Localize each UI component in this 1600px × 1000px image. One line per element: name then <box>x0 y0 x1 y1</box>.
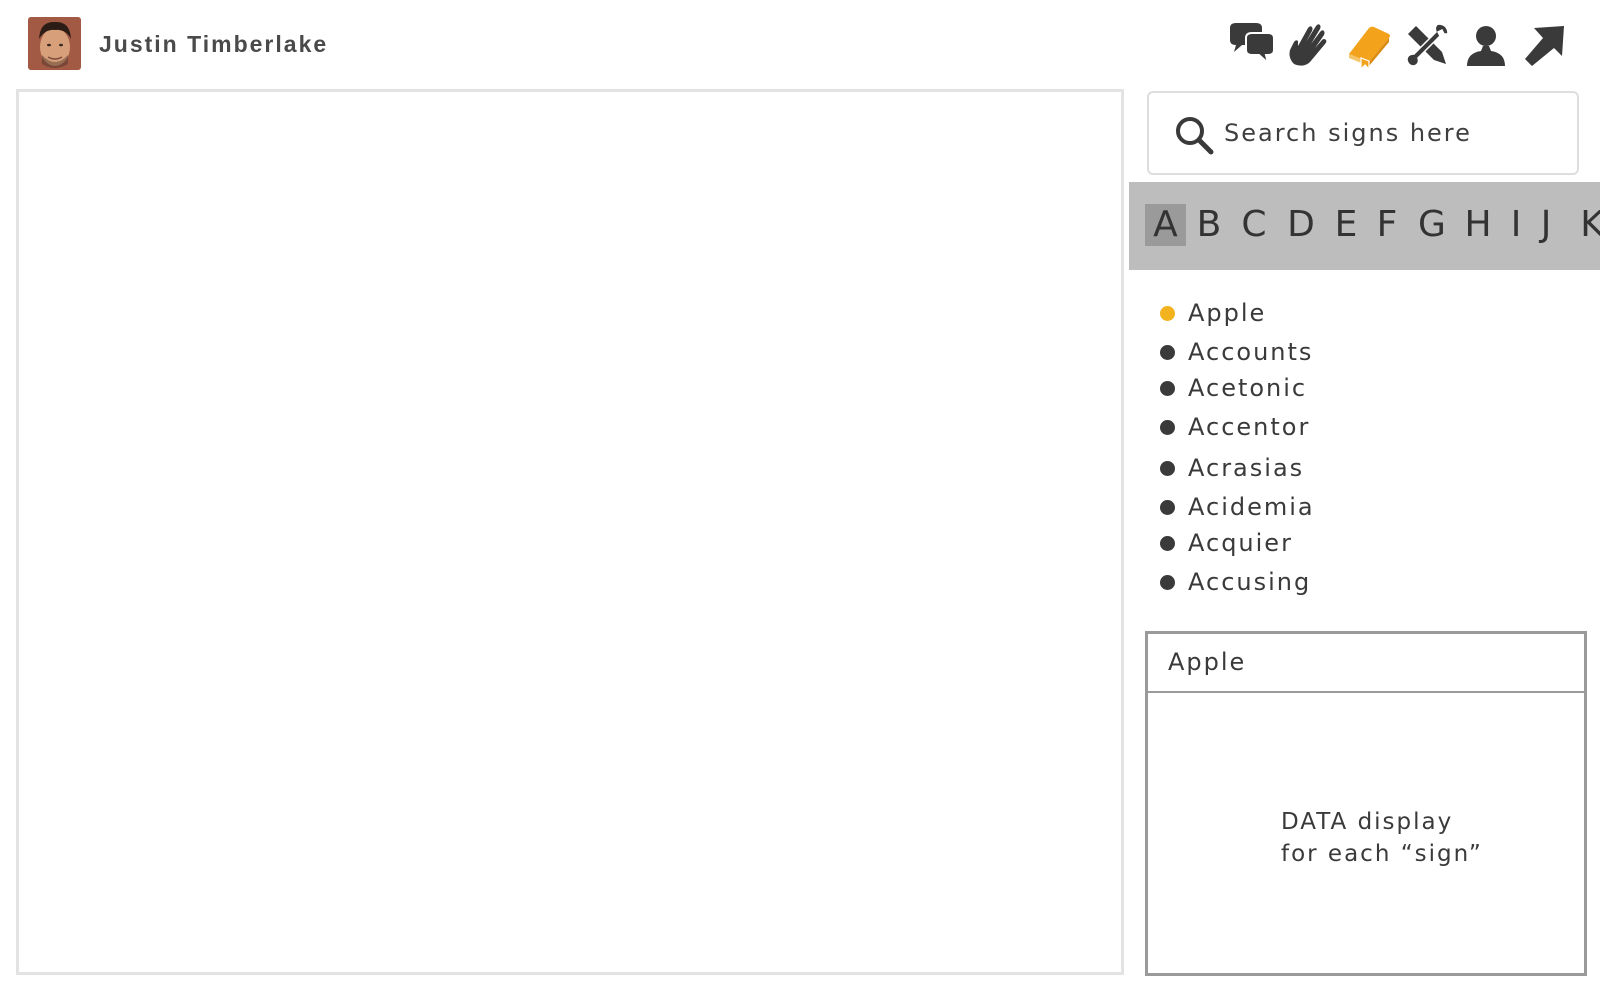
sign-label: Apple <box>1188 299 1267 327</box>
sign-item-apple[interactable]: Apple <box>1160 296 1420 332</box>
detail-body-line: DATA display <box>1281 809 1454 835</box>
alphabet-bar: A B C D E F G H I J K <box>1129 182 1600 270</box>
bullet-dot-icon <box>1160 500 1175 515</box>
detail-body-line: for each “sign” <box>1281 841 1483 867</box>
sign-item-acquier[interactable]: Acquier <box>1160 526 1420 562</box>
avatar[interactable] <box>28 17 81 70</box>
alpha-letter-j[interactable]: J <box>1532 204 1560 246</box>
sign-label: Accusing <box>1188 568 1312 596</box>
search-input[interactable] <box>1224 111 1564 155</box>
bullet-dot-icon <box>1160 461 1175 476</box>
sign-item-accentor[interactable]: Accentor <box>1160 410 1420 446</box>
sign-item-accounts[interactable]: Accounts <box>1160 335 1420 371</box>
selected-dot-icon <box>1160 306 1175 321</box>
profile-icon[interactable] <box>1461 20 1511 70</box>
alpha-letter-b[interactable]: B <box>1188 204 1230 246</box>
dictionary-book-icon[interactable] <box>1343 20 1393 70</box>
sign-label: Accounts <box>1188 338 1314 366</box>
chat-icon[interactable] <box>1226 20 1276 70</box>
alpha-letter-f[interactable]: F <box>1369 204 1405 246</box>
user-name: Justin Timberlake <box>99 31 329 57</box>
search-box[interactable] <box>1147 91 1579 175</box>
sign-label: Acquier <box>1188 529 1293 557</box>
bullet-dot-icon <box>1160 381 1175 396</box>
sign-item-acetonic[interactable]: Acetonic <box>1160 371 1420 407</box>
detail-body: DATA display for each “sign” <box>1281 806 1483 870</box>
alpha-letter-g[interactable]: G <box>1410 204 1454 246</box>
sign-label: Acetonic <box>1188 374 1308 402</box>
sign-label: Accentor <box>1188 413 1311 441</box>
bullet-dot-icon <box>1160 345 1175 360</box>
bullet-dot-icon <box>1160 536 1175 551</box>
search-icon <box>1176 117 1214 155</box>
bullet-dot-icon <box>1160 575 1175 590</box>
alpha-letter-d[interactable]: D <box>1279 204 1323 246</box>
hand-sign-icon[interactable] <box>1284 20 1334 70</box>
main-canvas[interactable] <box>16 89 1124 975</box>
sign-item-acidemia[interactable]: Acidemia <box>1160 490 1420 526</box>
alpha-letter-e[interactable]: E <box>1327 204 1365 246</box>
alpha-letter-k[interactable]: K <box>1572 204 1600 246</box>
sign-item-accusing[interactable]: Accusing <box>1160 565 1420 601</box>
alpha-letter-c[interactable]: C <box>1233 204 1275 246</box>
alpha-letter-a[interactable]: A <box>1145 204 1186 246</box>
avatar-photo <box>28 17 81 70</box>
sign-label: Acidemia <box>1188 493 1315 521</box>
detail-title: Apple <box>1148 634 1584 693</box>
sign-item-acrasias[interactable]: Acrasias <box>1160 451 1420 487</box>
tools-icon[interactable] <box>1402 20 1452 70</box>
alpha-letter-h[interactable]: H <box>1456 204 1500 246</box>
share-arrow-icon[interactable] <box>1520 20 1570 70</box>
sign-label: Acrasias <box>1188 454 1305 482</box>
alpha-letter-i[interactable]: I <box>1504 204 1528 246</box>
bullet-dot-icon <box>1160 420 1175 435</box>
sign-detail-panel: Apple DATA display for each “sign” <box>1145 631 1587 976</box>
